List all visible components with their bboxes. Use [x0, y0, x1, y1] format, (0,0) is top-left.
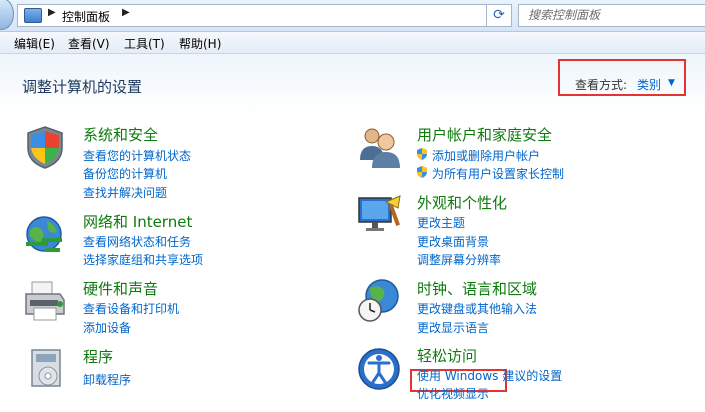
users-icon: [360, 128, 400, 168]
category-appearance[interactable]: 外观和个性化: [417, 192, 507, 213]
chevron-right-icon[interactable]: ▶: [48, 7, 56, 18]
view-by-dropdown[interactable]: 类别: [637, 76, 661, 93]
link-change-background[interactable]: 更改桌面背景: [417, 233, 489, 250]
menu-tools[interactable]: 工具(T): [124, 35, 165, 52]
link-change-theme[interactable]: 更改主题: [417, 214, 465, 231]
chevron-right-icon[interactable]: ▶: [122, 7, 130, 18]
link-troubleshoot[interactable]: 查找并解决问题: [83, 184, 167, 201]
link-backup-computer[interactable]: 备份您的计算机: [83, 165, 167, 182]
link-uninstall-program[interactable]: 卸载程序: [83, 371, 131, 388]
back-button[interactable]: [0, 0, 14, 30]
category-user-accounts[interactable]: 用户帐户和家庭安全: [417, 124, 552, 145]
category-network-internet[interactable]: 网络和 Internet: [83, 211, 192, 232]
link-homegroup-sharing[interactable]: 选择家庭组和共享选项: [83, 251, 203, 268]
menu-bar: 编辑(E) 查看(V) 工具(T) 帮助(H): [0, 32, 705, 54]
link-windows-recommended-settings[interactable]: 使用 Windows 建议的设置: [417, 367, 562, 384]
menu-edit[interactable]: 编辑(E): [14, 35, 55, 52]
link-optimize-video[interactable]: 优化视频显示: [417, 385, 489, 402]
link-change-display-language[interactable]: 更改显示语言: [417, 319, 489, 336]
category-ease-of-access[interactable]: 轻松访问: [417, 345, 477, 366]
address-bar: ▶ 控制面板 ▶ ▼ ⟳: [0, 0, 705, 32]
refresh-button[interactable]: ⟳: [486, 4, 512, 27]
uac-shield-icon: [417, 148, 427, 160]
search-input[interactable]: [528, 8, 698, 22]
link-devices-printers[interactable]: 查看设备和打印机: [83, 300, 179, 317]
shield-security-icon: [27, 126, 63, 169]
monitor-appearance-icon: [358, 195, 401, 231]
link-change-keyboard[interactable]: 更改键盘或其他输入法: [417, 300, 537, 317]
link-screen-resolution[interactable]: 调整屏幕分辨率: [417, 251, 501, 268]
view-by-label: 查看方式:: [575, 78, 628, 92]
clock-globe-icon: [358, 279, 399, 322]
breadcrumb-control-panel[interactable]: 控制面板: [62, 8, 110, 25]
chevron-down-icon[interactable]: ▼: [668, 78, 675, 88]
category-clock-language-region[interactable]: 时钟、语言和区域: [417, 278, 537, 299]
category-hardware-sound[interactable]: 硬件和声音: [83, 278, 158, 299]
link-parental-controls[interactable]: 为所有用户设置家长控制: [432, 165, 564, 182]
network-globe-icon: [26, 216, 62, 252]
menu-help[interactable]: 帮助(H): [179, 35, 221, 52]
ease-of-access-icon: [358, 348, 400, 390]
uac-shield-icon: [417, 166, 427, 178]
control-panel-icon: [24, 8, 42, 23]
page-title: 调整计算机的设置: [22, 78, 143, 96]
printer-hardware-icon: [25, 281, 65, 321]
link-view-computer-status[interactable]: 查看您的计算机状态: [83, 147, 191, 164]
search-box[interactable]: [518, 4, 705, 27]
main-content: 调整计算机的设置 查看方式: 类别 ▼ 系统和安全 查看您的计算机状态 备份您的…: [0, 54, 705, 412]
category-programs[interactable]: 程序: [83, 346, 113, 367]
category-system-security[interactable]: 系统和安全: [83, 124, 158, 145]
link-view-network-status[interactable]: 查看网络状态和任务: [83, 233, 191, 250]
refresh-icon: ⟳: [493, 7, 505, 23]
breadcrumb[interactable]: ▶ 控制面板 ▶ ▼: [17, 4, 496, 27]
menu-view[interactable]: 查看(V): [68, 35, 110, 52]
link-add-device[interactable]: 添加设备: [83, 319, 131, 336]
link-add-remove-users[interactable]: 添加或删除用户帐户: [432, 147, 540, 164]
programs-icon: [31, 349, 61, 387]
